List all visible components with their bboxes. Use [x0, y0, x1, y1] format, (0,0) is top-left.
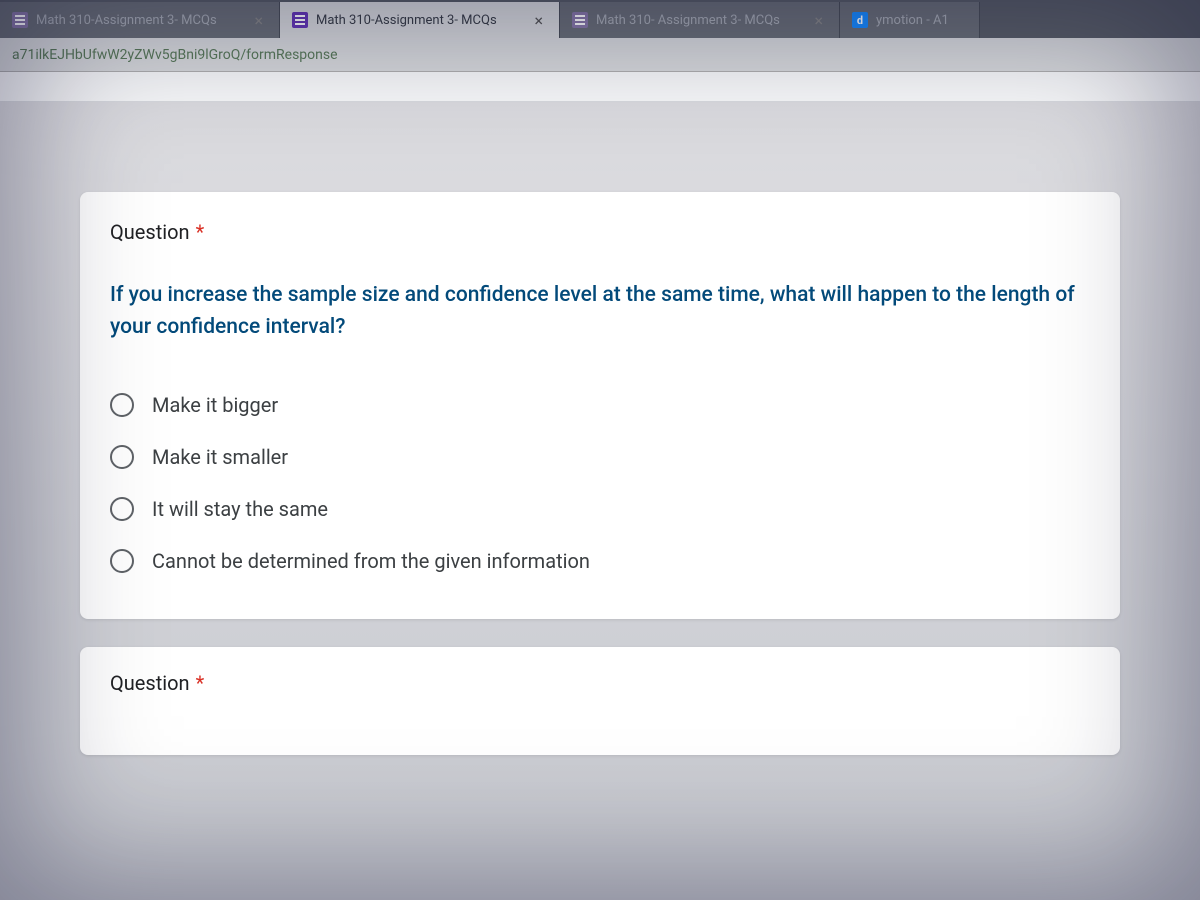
tab-4[interactable]: d ymotion - A1: [840, 2, 980, 38]
option-label: Make it smaller: [152, 445, 288, 469]
next-question-card: Question *: [80, 647, 1120, 755]
tab-title: Math 310-Assignment 3- MCQs: [316, 13, 522, 28]
option-4[interactable]: Cannot be determined from the given info…: [110, 535, 1090, 587]
tab-title: Math 310-Assignment 3- MCQs: [36, 13, 242, 28]
radio-icon[interactable]: [110, 549, 134, 573]
url-bar[interactable]: a71ilkEJHbUfwW2yZWv5gBni9lGroQ/formRespo…: [0, 38, 1200, 72]
tab-bar: Math 310-Assignment 3- MCQs × Math 310-A…: [0, 0, 1200, 38]
google-forms-icon: [292, 12, 308, 28]
toolbar-separator: [0, 72, 1200, 102]
radio-icon[interactable]: [110, 393, 134, 417]
tab-title: Math 310- Assignment 3- MCQs: [596, 13, 802, 28]
site-d-icon: d: [852, 12, 868, 28]
close-icon[interactable]: ×: [250, 11, 267, 30]
close-icon[interactable]: ×: [530, 11, 547, 30]
question-heading: Question *: [110, 220, 1090, 244]
google-forms-icon: [572, 12, 588, 28]
question-text: If you increase the sample size and conf…: [110, 280, 1090, 343]
tab-title: ymotion - A1: [876, 13, 967, 28]
option-3[interactable]: It will stay the same: [110, 483, 1090, 535]
url-fragment: a71ilkEJHbUfwW2yZWv5gBni9lGroQ/formRespo…: [12, 47, 338, 63]
question-heading: Question *: [110, 671, 1090, 695]
tab-3[interactable]: Math 310- Assignment 3- MCQs ×: [560, 2, 840, 38]
google-forms-icon: [12, 12, 28, 28]
option-label: Cannot be determined from the given info…: [152, 549, 590, 573]
option-1[interactable]: Make it bigger: [110, 379, 1090, 431]
option-2[interactable]: Make it smaller: [110, 431, 1090, 483]
question-label-text: Question: [110, 671, 190, 695]
option-label: Make it bigger: [152, 393, 278, 417]
tab-2-active[interactable]: Math 310-Assignment 3- MCQs ×: [280, 2, 560, 38]
form-content-area: Question * If you increase the sample si…: [0, 102, 1200, 900]
radio-icon[interactable]: [110, 497, 134, 521]
question-card: Question * If you increase the sample si…: [80, 192, 1120, 619]
required-asterisk: *: [196, 671, 205, 695]
question-label-text: Question: [110, 220, 190, 244]
required-asterisk: *: [196, 220, 205, 244]
radio-icon[interactable]: [110, 445, 134, 469]
option-label: It will stay the same: [152, 497, 328, 521]
tab-1[interactable]: Math 310-Assignment 3- MCQs ×: [0, 2, 280, 38]
close-icon[interactable]: ×: [810, 11, 827, 30]
